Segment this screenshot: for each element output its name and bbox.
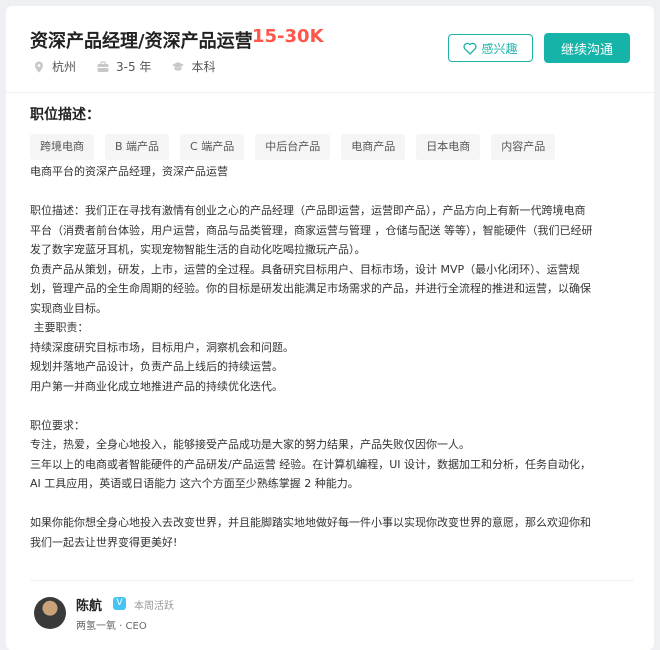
continue-chat-button[interactable]: 继续沟通 — [544, 33, 630, 63]
meta-location: 杭州 — [32, 58, 76, 75]
tag: 日本电商 — [416, 134, 481, 160]
job-meta: 杭州 3-5 年 本科 — [32, 58, 235, 75]
job-detail-card: 资深产品经理/资深产品运营 15-30K 杭州 3-5 年 本科 感兴趣 继续沟… — [6, 6, 654, 650]
tag: 电商产品 — [341, 134, 406, 160]
tag: 跨境电商 — [30, 134, 94, 160]
avatar[interactable] — [34, 597, 66, 629]
salary-range: 15-30K — [252, 26, 324, 47]
skill-tags: 跨境电商 B 端产品 C 端产品 中后台产品 电商产品 日本电商 内容产品 — [30, 134, 566, 160]
tag: 中后台产品 — [255, 134, 331, 160]
job-header: 资深产品经理/资深产品运营 15-30K 杭州 3-5 年 本科 感兴趣 继续沟… — [6, 6, 654, 93]
recruiter-company: 两氢一氧 · CEO — [76, 621, 147, 632]
heart-icon — [463, 42, 477, 55]
activity-status: 本周活跃 — [134, 601, 174, 612]
verified-badge-icon: V — [113, 597, 126, 610]
meta-education: 本科 — [171, 58, 215, 75]
job-title: 资深产品经理/资深产品运营 — [30, 31, 253, 52]
graduation-cap-icon — [172, 61, 185, 71]
experience-text: 3-5 年 — [116, 60, 152, 74]
job-description-text: 电商平台的资深产品经理，资深产品运营 职位描述：我们正在寻找有激情有创业之心的产… — [30, 165, 593, 549]
tag: 内容产品 — [491, 134, 556, 160]
section-title-job-description: 职位描述： — [30, 107, 100, 123]
recruiter-name: 陈航 — [76, 599, 103, 614]
recruiter-info[interactable]: 陈航 V 本周活跃 两氢一氧 · CEO — [30, 580, 634, 650]
location-pin-icon — [35, 61, 43, 72]
education-text: 本科 — [191, 60, 216, 74]
tag: B 端产品 — [105, 134, 170, 160]
interest-button[interactable]: 感兴趣 — [448, 34, 533, 62]
briefcase-icon — [97, 60, 109, 72]
tag: C 端产品 — [180, 134, 245, 160]
meta-experience: 3-5 年 — [96, 58, 151, 75]
location-text: 杭州 — [52, 60, 77, 74]
interest-label: 感兴趣 — [481, 41, 518, 56]
